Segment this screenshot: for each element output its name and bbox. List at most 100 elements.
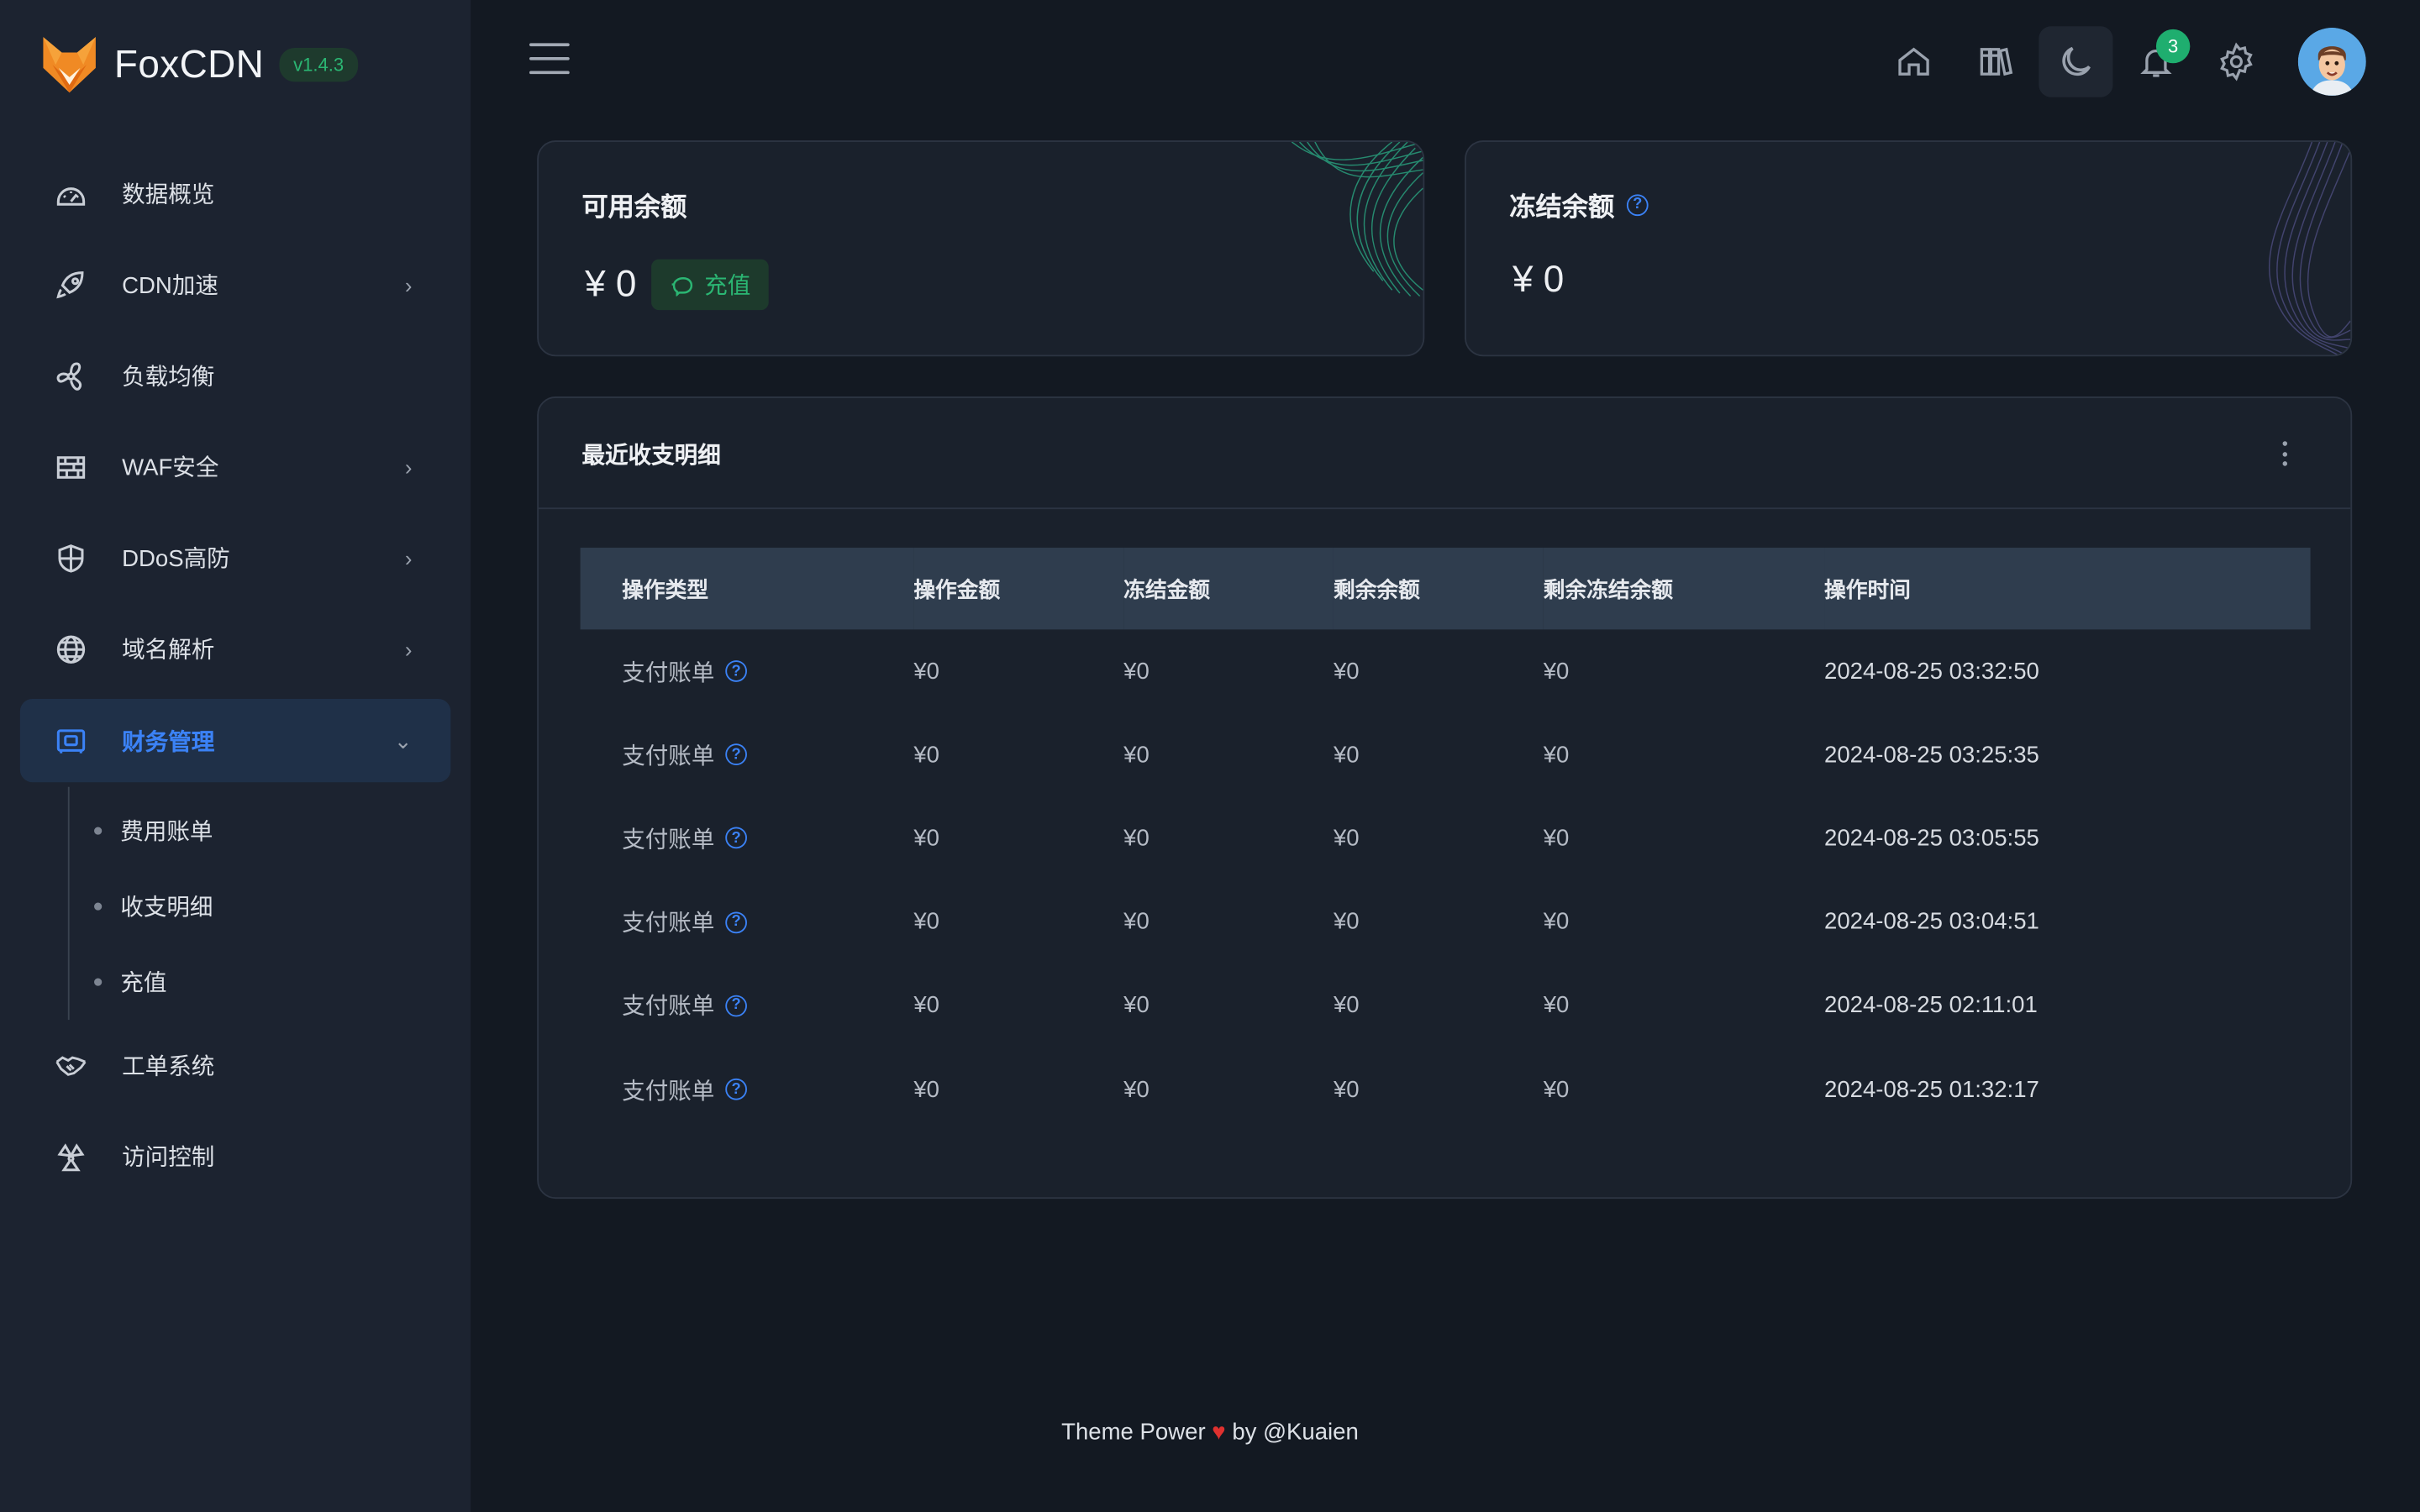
app-root: FoxCDN v1.4.3 数据概览 CDN加速 › 负载均衡 WAF安全 › … — [0, 0, 2420, 1512]
recharge-button[interactable]: 充值 — [651, 259, 770, 311]
bell-icon[interactable]: 3 — [2119, 26, 2193, 97]
chevron-down-icon: ⌄ — [393, 727, 413, 753]
table-body: 支付账单? ¥0 ¥0 ¥0 ¥0 2024-08-25 03:32:50 支付… — [581, 629, 2311, 1131]
sidebar-item-dashboard[interactable]: 数据概览 — [0, 148, 471, 239]
type-label: 支付账单 — [622, 827, 715, 853]
transactions-card: 最近收支明细 操作类型 操作金额 冻结金额 剩余余额 剩余冻结余额 操作时间 支… — [537, 396, 2353, 1200]
type-label: 支付账单 — [622, 994, 715, 1021]
menu-icon[interactable] — [529, 43, 570, 76]
table-header: 操作类型 操作金额 冻结金额 剩余余额 剩余冻结余额 操作时间 — [580, 548, 2311, 630]
sidebar-item-label: WAF安全 — [122, 454, 219, 482]
cell-amount: ¥0 — [913, 658, 939, 685]
sidebar-item-tickets[interactable]: 工单系统 — [0, 1020, 471, 1110]
available-balance-card: 可用余额 ¥ 0 充值 — [537, 140, 1425, 357]
brand[interactable]: FoxCDN v1.4.3 — [40, 34, 358, 95]
table-row: 支付账单? ¥0 ¥0 ¥0 ¥0 2024-08-25 02:11:01 — [581, 964, 2311, 1048]
cell-amount: ¥0 — [913, 1076, 939, 1103]
available-balance-value: ¥ 0 — [585, 263, 637, 305]
sidebar-subitem-bills[interactable]: 费用账单 — [70, 793, 471, 869]
cell-amount: ¥0 — [913, 825, 939, 852]
bullet-icon — [94, 902, 103, 911]
firewall-icon — [52, 449, 89, 486]
sidebar-item-label: 财务管理 — [122, 728, 215, 756]
sidebar-item-label: 数据概览 — [122, 181, 215, 208]
cell-type: 支付账单? — [581, 880, 914, 964]
topbar: 3 — [471, 0, 2420, 123]
type-label: 支付账单 — [622, 743, 715, 770]
cell-amount: ¥0 — [913, 909, 939, 936]
handshake-icon — [52, 1047, 89, 1084]
cell-type: 支付账单? — [581, 1047, 914, 1131]
type-label: 支付账单 — [622, 659, 715, 686]
frozen-balance-card: 冻结余额 ? ¥ 0 — [1465, 140, 2353, 357]
moon-icon[interactable] — [2039, 26, 2113, 97]
version-badge: v1.4.3 — [279, 47, 358, 82]
table-row: 支付账单? ¥0 ¥0 ¥0 ¥0 2024-08-25 03:04:51 — [581, 880, 2311, 964]
cell-amount: ¥0 — [913, 992, 939, 1019]
gear-icon[interactable] — [2199, 26, 2273, 97]
wallet-icon — [52, 722, 89, 759]
access-control-icon — [52, 1138, 89, 1175]
table-row: 支付账单? ¥0 ¥0 ¥0 ¥0 2024-08-25 03:25:35 — [581, 713, 2311, 797]
sidebar: FoxCDN v1.4.3 数据概览 CDN加速 › 负载均衡 WAF安全 › … — [0, 0, 471, 1512]
bullet-icon — [94, 978, 103, 986]
column-header: 剩余余额 — [1333, 576, 1420, 601]
footer-suffix: by @Kuaien — [1232, 1419, 1359, 1446]
sidebar-item-label: 负载均衡 — [122, 364, 215, 391]
type-label: 支付账单 — [622, 1078, 715, 1105]
frozen-balance-title-row: 冻结余额 ? — [1509, 185, 1649, 223]
chevron-right-icon: › — [404, 636, 413, 662]
wave-decoration-icon — [1291, 141, 1423, 297]
sidebar-item-waf[interactable]: WAF安全 › — [0, 421, 471, 512]
sidebar-item-dns[interactable]: 域名解析 › — [0, 603, 471, 694]
help-icon[interactable]: ? — [725, 911, 748, 933]
cell-type: 支付账单? — [581, 796, 914, 880]
sidebar-item-access-control[interactable]: 访问控制 — [0, 1110, 471, 1201]
cell-frozen-amount: ¥0 — [1123, 1076, 1150, 1103]
rocket-icon — [52, 266, 89, 303]
home-icon[interactable] — [1876, 26, 1950, 97]
cell-time: 2024-08-25 03:32:50 — [1824, 658, 2039, 685]
sidebar-subitem-transactions[interactable]: 收支明细 — [70, 869, 471, 944]
sidebar-item-cdn[interactable]: CDN加速 › — [0, 239, 471, 330]
chevron-right-icon: › — [404, 454, 413, 480]
transactions-table: 操作类型 操作金额 冻结金额 剩余余额 剩余冻结余额 操作时间 支付账单? ¥0… — [580, 548, 2311, 1131]
help-icon[interactable]: ? — [725, 995, 748, 1017]
sidebar-item-load-balance[interactable]: 负载均衡 — [0, 330, 471, 421]
column-header: 操作金额 — [913, 576, 1001, 601]
column-header: 冻结金额 — [1123, 576, 1210, 601]
sidebar-item-label: 域名解析 — [122, 637, 215, 664]
finance-subnav: 费用账单 收支明细 充值 — [67, 786, 471, 1021]
sidebar-item-label: CDN加速 — [122, 273, 218, 300]
cell-type: 支付账单? — [581, 629, 914, 713]
help-icon[interactable]: ? — [725, 1078, 748, 1100]
shield-icon — [52, 539, 89, 576]
cell-time: 2024-08-25 03:04:51 — [1824, 909, 2039, 936]
cell-remaining: ¥0 — [1333, 992, 1360, 1019]
sidebar-item-ddos[interactable]: DDoS高防 › — [0, 512, 471, 603]
help-icon[interactable]: ? — [725, 743, 748, 766]
help-icon[interactable]: ? — [1626, 193, 1649, 216]
sidebar-item-finance[interactable]: 财务管理 ⌄ — [19, 699, 451, 783]
cell-type: 支付账单? — [581, 964, 914, 1048]
bullet-icon — [94, 827, 103, 835]
cell-time: 2024-08-25 03:05:55 — [1824, 825, 2039, 852]
column-header: 操作类型 — [622, 576, 709, 601]
cell-remaining: ¥0 — [1333, 825, 1360, 852]
footer: Theme Power ♥ by @Kuaien — [0, 1420, 2420, 1446]
column-header: 剩余冻结余额 — [1543, 576, 1674, 601]
more-options-icon[interactable] — [2280, 441, 2289, 466]
avatar[interactable] — [2297, 28, 2366, 96]
help-icon[interactable]: ? — [725, 660, 748, 683]
cell-time: 2024-08-25 03:25:35 — [1824, 742, 2039, 769]
table-row: 支付账单? ¥0 ¥0 ¥0 ¥0 2024-08-25 01:32:17 — [581, 1047, 2311, 1131]
books-icon[interactable] — [1959, 26, 2033, 97]
transactions-header: 最近收支明细 — [539, 398, 2351, 510]
cell-frozen-amount: ¥0 — [1123, 825, 1150, 852]
sidebar-subitem-recharge[interactable]: 充值 — [70, 944, 471, 1020]
cell-frozen-amount: ¥0 — [1123, 909, 1150, 936]
cell-remaining-frozen: ¥0 — [1543, 992, 1570, 1019]
cell-time: 2024-08-25 01:32:17 — [1824, 1076, 2039, 1103]
cell-remaining-frozen: ¥0 — [1543, 909, 1570, 936]
help-icon[interactable]: ? — [725, 827, 748, 850]
